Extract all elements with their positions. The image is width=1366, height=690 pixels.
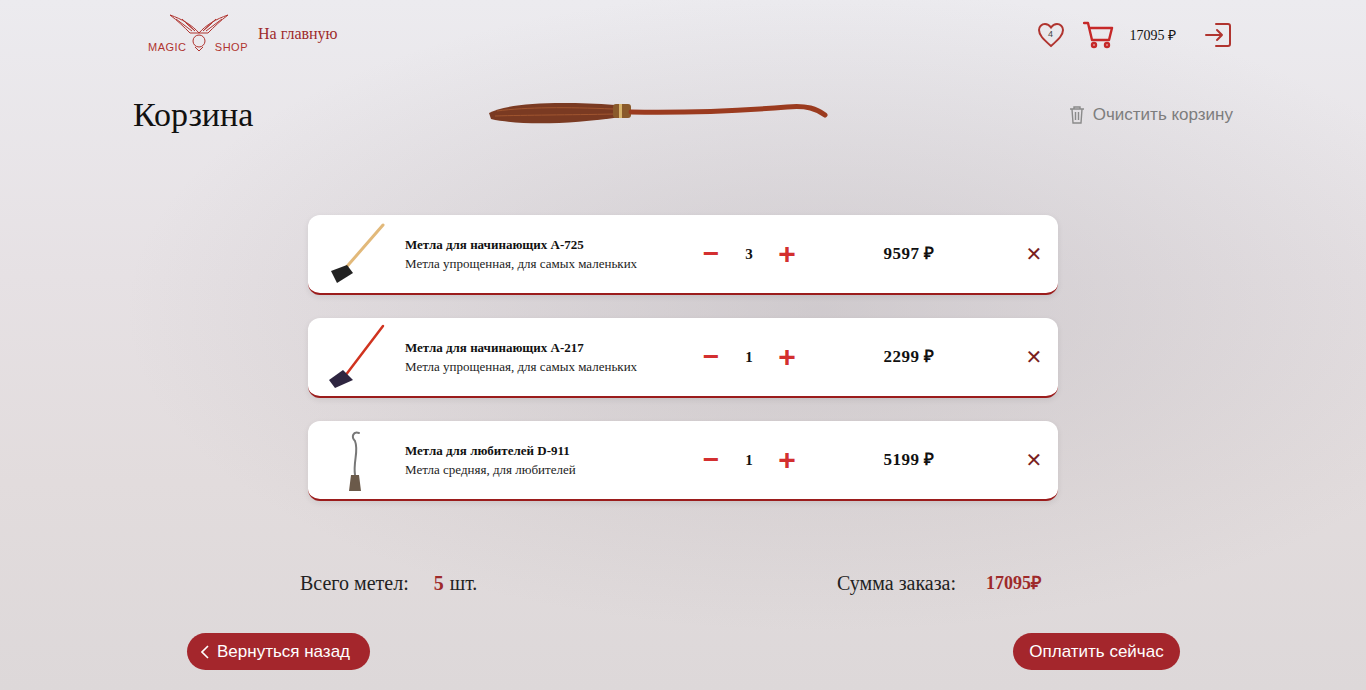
logout-icon[interactable] — [1204, 22, 1232, 48]
remove-button[interactable]: ✕ — [1024, 450, 1044, 470]
decrease-button[interactable]: − — [699, 446, 723, 474]
count-value: 5 — [434, 568, 444, 598]
pay-button[interactable]: Оплатить сейчас — [1013, 633, 1180, 670]
back-button[interactable]: Вернуться назад — [187, 633, 370, 670]
back-label: Вернуться назад — [217, 639, 350, 665]
logo[interactable]: MAGIC SHOP — [148, 13, 248, 57]
summary: Всего метел: 5 шт. Сумма заказа: 17095₽ — [0, 568, 1366, 598]
broom-photo — [325, 324, 387, 390]
pay-label: Оплатить сейчас — [1029, 639, 1163, 665]
remove-button[interactable]: ✕ — [1024, 347, 1044, 367]
decrease-button[interactable]: − — [699, 240, 723, 268]
count-unit: шт. — [450, 568, 478, 598]
item-name: Метла для начинающих А-725 — [405, 235, 695, 254]
item-price: 9597 ₽ — [849, 241, 969, 267]
sum-label: Сумма заказа: — [837, 568, 956, 598]
title-row: Корзина Очистить корзину — [0, 70, 1366, 160]
clear-cart[interactable]: Очистить корзину — [1069, 102, 1233, 128]
increase-button[interactable]: + — [775, 445, 799, 475]
item-quantity: 3 — [737, 243, 761, 266]
cart-item: Метла для начинающих А-217Метла упрощенн… — [308, 318, 1058, 398]
cart-icon[interactable] — [1083, 21, 1114, 49]
home-link[interactable]: На главную — [258, 22, 338, 46]
item-price: 2299 ₽ — [849, 344, 969, 370]
page: MAGIC SHOP На главную 4 — [0, 0, 1366, 690]
clear-cart-label: Очистить корзину — [1093, 102, 1233, 128]
broom-photo — [325, 427, 387, 493]
broom-photo — [325, 221, 387, 287]
item-description: Метла упрощенная, для самых маленьких — [405, 254, 695, 273]
increase-button[interactable]: + — [775, 239, 799, 269]
trash-icon — [1069, 106, 1085, 124]
item-description: Метла средняя, для любителей — [405, 460, 695, 479]
broom-icon — [487, 95, 832, 135]
page-title: Корзина — [133, 98, 487, 132]
sum-value: 17095₽ — [986, 570, 1041, 597]
logo-text: MAGIC — [148, 42, 187, 53]
cart-total: 17095 ₽ — [1130, 25, 1177, 46]
item-name: Метла для начинающих А-217 — [405, 338, 695, 357]
favorites-count: 4 — [1048, 30, 1053, 39]
item-description: Метла упрощенная, для самых маленьких — [405, 357, 695, 376]
logo-text: SHOP — [215, 42, 248, 53]
cart-item: Метла для начинающих А-725Метла упрощенн… — [308, 215, 1058, 295]
cart-list: Метла для начинающих А-725Метла упрощенн… — [308, 215, 1058, 501]
item-quantity: 1 — [737, 449, 761, 472]
chevron-left-icon — [201, 645, 209, 659]
actions: Вернуться назад Оплатить сейчас — [0, 633, 1366, 670]
header: MAGIC SHOP На главную 4 — [0, 0, 1366, 70]
item-quantity: 1 — [737, 346, 761, 369]
decrease-button[interactable]: − — [699, 343, 723, 371]
increase-button[interactable]: + — [775, 342, 799, 372]
favorites[interactable]: 4 — [1037, 22, 1065, 48]
cart-item: Метла для любителей D-911Метла средняя, … — [308, 421, 1058, 501]
item-price: 5199 ₽ — [849, 447, 969, 473]
remove-button[interactable]: ✕ — [1024, 244, 1044, 264]
count-label: Всего метел: — [300, 568, 409, 598]
item-name: Метла для любителей D-911 — [405, 441, 695, 460]
